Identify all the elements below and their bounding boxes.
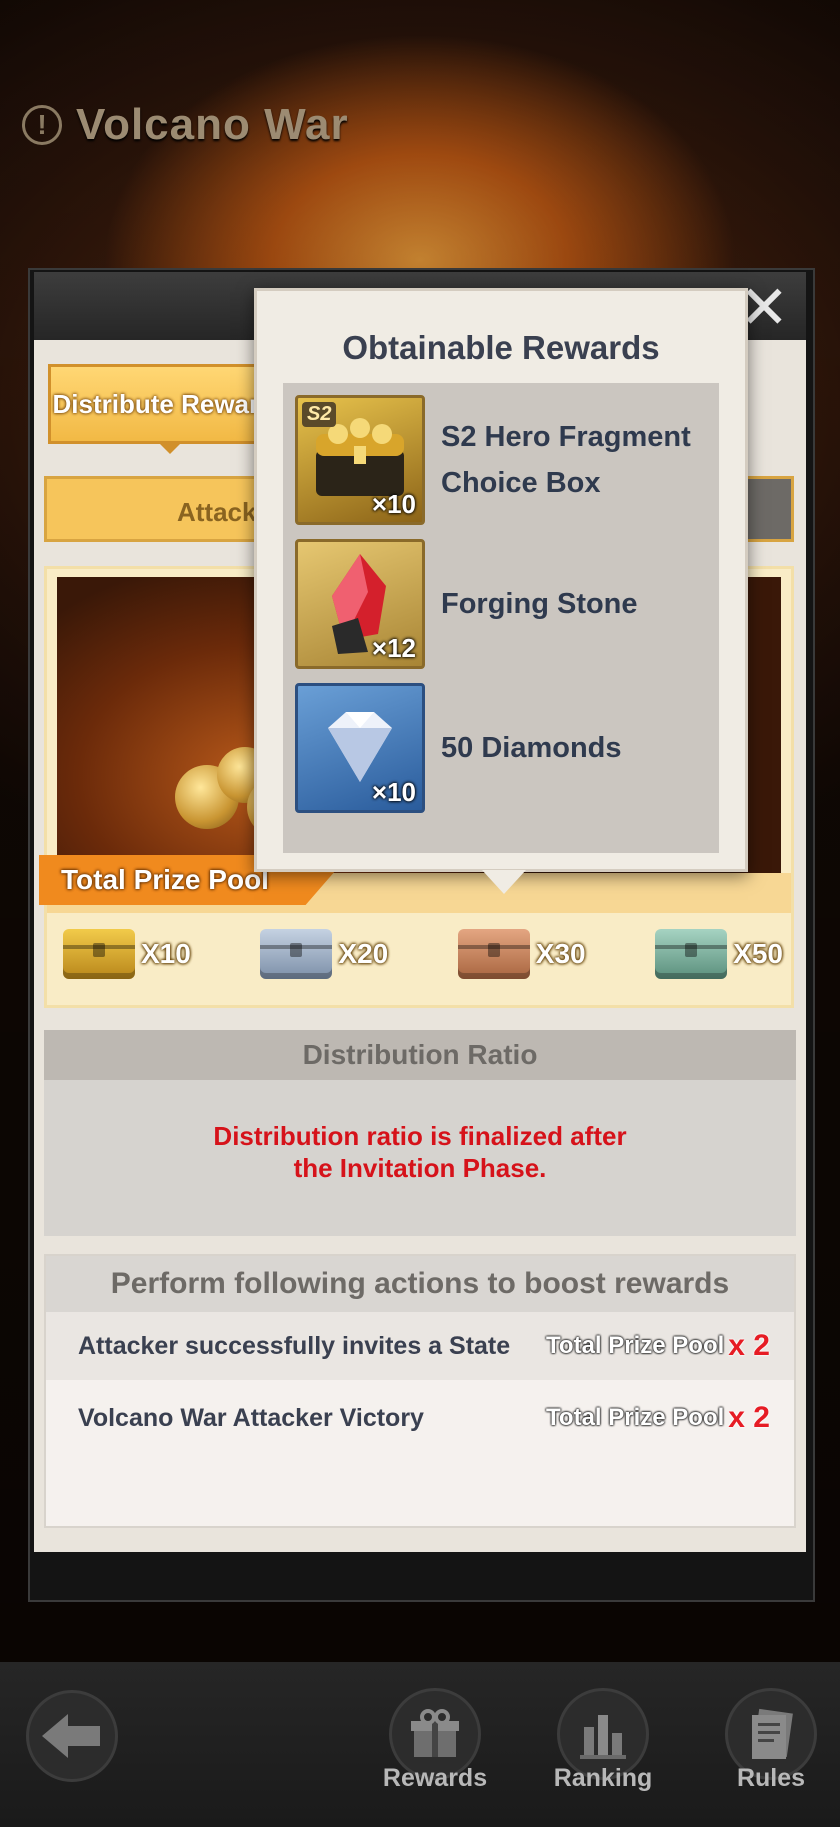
distribution-ratio-title: Distribution Ratio	[302, 1039, 538, 1070]
chest-item-jade[interactable]: X50	[655, 929, 783, 979]
silver-chest-icon	[260, 929, 333, 979]
page-title: Volcano War	[76, 100, 349, 149]
obtainable-rewards-popup: Obtainable Rewards S2 ×10 S2 Hero Fragme…	[254, 288, 748, 872]
back-arrow-icon	[42, 1714, 100, 1758]
jade-chest-icon	[655, 929, 728, 979]
nav-rules[interactable]: Rules	[716, 1688, 826, 1793]
chest-count: X20	[338, 938, 389, 969]
chest-count: X30	[535, 938, 586, 969]
gold-chest-icon	[63, 929, 135, 979]
reward-count: ×12	[371, 633, 416, 663]
gift-icon	[411, 1709, 459, 1757]
chest-row: X10 X20 X30 X50	[63, 929, 783, 979]
distribution-ratio-header: Distribution Ratio	[44, 1030, 796, 1080]
distribution-ratio-message: Distribution ratio is finalized after th…	[213, 1121, 627, 1183]
chest-item-bronze[interactable]: X30	[457, 929, 586, 979]
tab-pointer	[158, 442, 182, 454]
boost-row-multiplier: Total Prize Pool x 2	[546, 1401, 770, 1435]
chest-count: X10	[141, 938, 191, 969]
info-icon[interactable]: !	[22, 105, 62, 145]
reward-name: S2 Hero Fragment Choice Box	[441, 421, 691, 499]
nav-rewards[interactable]: Rewards	[380, 1688, 490, 1793]
boost-header-text: Perform following actions to boost rewar…	[110, 1267, 730, 1300]
bronze-chest-icon	[457, 929, 530, 979]
boost-pool-label: Total Prize Pool	[546, 1404, 725, 1431]
chest-item-silver[interactable]: X20	[260, 929, 388, 979]
nav-ranking-label: Ranking	[553, 1764, 653, 1792]
reward-item[interactable]: ×10 50 Diamonds	[295, 683, 707, 815]
reward-item[interactable]: ×12 Forging Stone	[295, 539, 707, 671]
page-header: ! Volcano War	[22, 100, 349, 150]
nav-ranking[interactable]: Ranking	[548, 1688, 658, 1793]
diamond-icon: ×10	[295, 683, 425, 813]
popup-pointer	[482, 870, 526, 894]
boost-multiplier: x 2	[728, 1401, 770, 1434]
boost-row: Attacker successfully invites a State To…	[46, 1312, 794, 1380]
distribution-ratio-body: Distribution ratio is finalized after th…	[44, 1080, 796, 1236]
subtab-attacker-label: Attack	[177, 497, 257, 527]
treasure-chest-icon: S2 ×10	[295, 395, 425, 525]
chest-item-gold[interactable]: X10	[63, 929, 191, 979]
boost-multiplier: x 2	[728, 1329, 770, 1362]
boost-row-text: Volcano War Attacker Victory	[78, 1403, 424, 1432]
nav-rewards-label: Rewards	[382, 1764, 488, 1792]
ranking-icon	[580, 1715, 626, 1759]
boost-row-text: Attacker successfully invites a State	[78, 1331, 511, 1360]
boost-header: Perform following actions to boost rewar…	[46, 1256, 794, 1312]
boost-row-multiplier: Total Prize Pool x 2	[546, 1329, 770, 1363]
reward-count: ×10	[371, 489, 416, 519]
reward-name: 50 Diamonds	[441, 732, 622, 764]
rewards-list: S2 ×10 S2 Hero Fragment Choice Box ×12 F…	[283, 383, 719, 853]
back-button[interactable]	[26, 1690, 118, 1782]
rules-icon	[752, 1708, 793, 1759]
boost-pool-label: Total Prize Pool	[546, 1332, 725, 1359]
chest-count: X50	[733, 938, 783, 969]
boost-row: Volcano War Attacker Victory Total Prize…	[46, 1384, 794, 1452]
reward-name: Forging Stone	[441, 588, 638, 620]
reward-count: ×10	[371, 777, 416, 807]
forging-stone-icon: ×12	[295, 539, 425, 669]
popup-title: Obtainable Rewards	[342, 329, 660, 366]
total-prize-pool-text: Total Prize Pool	[61, 864, 269, 895]
s2-tag: S2	[302, 402, 337, 427]
boost-rewards-card: Perform following actions to boost rewar…	[44, 1254, 796, 1528]
reward-item[interactable]: S2 ×10 S2 Hero Fragment Choice Box	[295, 395, 707, 527]
nav-rules-label: Rules	[736, 1764, 806, 1792]
